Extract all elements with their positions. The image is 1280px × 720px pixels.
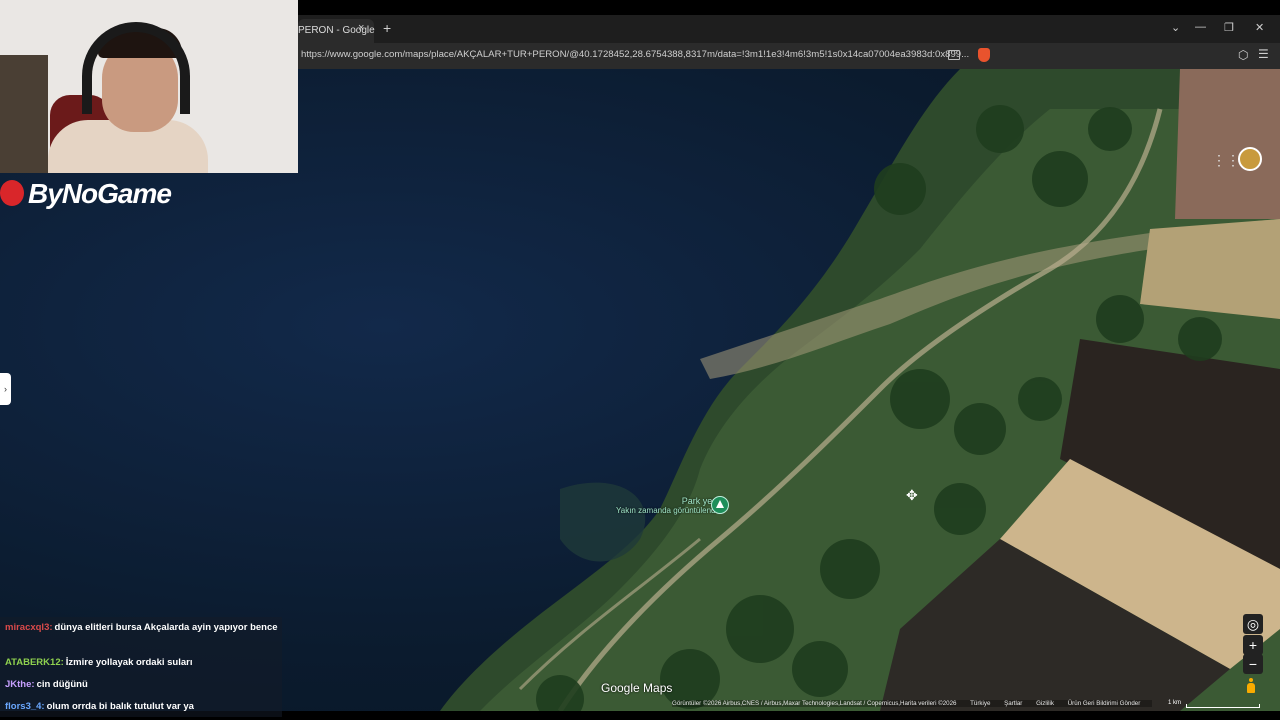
zoom-out-button[interactable]: − (1243, 654, 1263, 674)
address-bar[interactable]: https://www.google.com/maps/place/AKÇALA… (298, 43, 1280, 69)
webcam-overlay (0, 0, 298, 173)
chat-username: flors3_4: (5, 701, 45, 712)
place-name[interactable]: Park yeri (616, 496, 718, 506)
side-panel-toggle[interactable]: › (0, 373, 11, 405)
chat-text: cin düğünü (36, 679, 88, 690)
url-text[interactable]: https://www.google.com/maps/place/AKÇALA… (301, 49, 969, 60)
google-maps-logo: Google Maps (601, 681, 673, 695)
move-cursor-icon: ✥ (906, 487, 918, 503)
minimize-button[interactable]: — (1195, 21, 1206, 33)
browser-tab[interactable]: PERON - Google × (298, 19, 375, 43)
brave-shield-icon[interactable] (978, 48, 990, 62)
terms-link[interactable]: Şartlar (1004, 700, 1022, 707)
chat-message: flors3_4: olum orrda bi balık tutulut var… (5, 700, 280, 713)
chat-username: ATABERK12: (5, 657, 64, 668)
region-link[interactable]: Türkiye (970, 700, 990, 707)
new-tab-button[interactable]: + (383, 20, 391, 36)
chat-message: JKthe: cin düğünü (5, 678, 280, 691)
account-avatar[interactable] (1238, 147, 1262, 171)
restore-button[interactable]: ❐ (1224, 21, 1234, 34)
tab-search-icon[interactable]: ⌄ (1171, 21, 1180, 34)
feedback-link[interactable]: Ürün Geri Bildirimi Gönder (1068, 700, 1141, 707)
chat-message: ATABERK12: İzmire yollayak ordaki suları (5, 656, 280, 669)
extensions-icon[interactable]: ⬡ (1238, 48, 1248, 62)
menu-icon[interactable]: ☰ (1258, 47, 1269, 61)
close-window-button[interactable]: ✕ (1255, 21, 1264, 34)
cast-icon[interactable] (948, 50, 960, 60)
place-label[interactable]: Park yeri Yakın zamanda görüntülendi (616, 496, 717, 516)
map-attribution: Görüntüler ©2026 Airbus,CNES / Airbus,Ma… (672, 700, 1153, 707)
tab-close-icon[interactable]: × (358, 22, 364, 34)
privacy-link[interactable]: Gizlilik (1036, 700, 1054, 707)
parking-pin-icon[interactable] (711, 496, 729, 514)
chat-text: olum orrda bi balık tutulut var ya (46, 701, 194, 712)
chat-message: miracxql3: dünya elitleri bursa Akçalarda… (5, 621, 280, 634)
my-location-button[interactable]: ◎ (1243, 614, 1263, 634)
zoom-in-button[interactable]: + (1243, 635, 1263, 655)
chat-username: miracxql3: (5, 622, 53, 633)
browser-tabstrip: PERON - Google × + ⌄ — ❐ ✕ (298, 15, 1280, 43)
brand-name: ByNoGame (28, 178, 172, 209)
scale-label[interactable]: 1 km (1168, 700, 1181, 706)
pegman-icon[interactable] (1246, 678, 1256, 694)
scale-bar (1186, 704, 1260, 708)
chat-text: İzmire yollayak ordaki suları (65, 657, 193, 668)
chat-overlay: miracxql3: dünya elitleri bursa Akçalarda… (0, 617, 282, 717)
chat-text: dünya elitleri bursa Akçalarda ayin yapı… (54, 622, 278, 633)
brand-logo-icon (0, 180, 24, 206)
imagery-credit: Görüntüler ©2026 Airbus,CNES / Airbus,Ma… (672, 700, 957, 707)
chat-username: JKthe: (5, 679, 35, 690)
webcam-shelf (0, 55, 48, 173)
place-subtitle: Yakın zamanda görüntülendi (616, 506, 718, 515)
